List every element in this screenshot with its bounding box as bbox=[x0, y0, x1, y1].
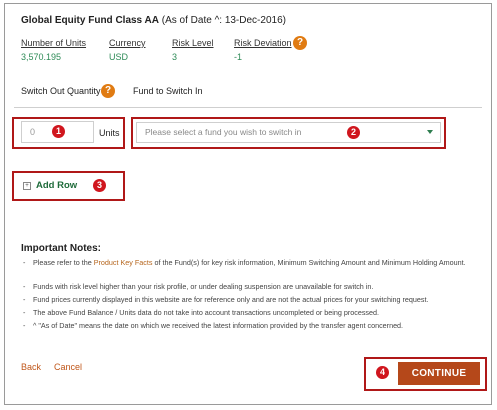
annotation-badge-4: 4 bbox=[376, 366, 389, 379]
fund-switch-in-select[interactable]: Please select a fund you wish to switch … bbox=[136, 122, 441, 143]
units-label: Number of Units bbox=[21, 38, 87, 48]
continue-button[interactable]: CONTINUE bbox=[398, 362, 480, 385]
product-key-facts-link[interactable]: Product Key Facts bbox=[94, 258, 153, 267]
risk-level-value: 3 bbox=[172, 52, 178, 62]
chevron-down-icon[interactable] bbox=[427, 130, 433, 134]
back-link[interactable]: Back bbox=[21, 362, 41, 372]
bullet-dash: - bbox=[23, 321, 26, 330]
window-frame bbox=[4, 3, 492, 405]
note-item-5: ^ "As of Date" means the date on which w… bbox=[33, 321, 404, 330]
note-1-pre: Please refer to the bbox=[33, 258, 94, 267]
risk-deviation-label: Risk Deviation bbox=[234, 38, 292, 48]
fund-title: Global Equity Fund Class AA (As of Date … bbox=[21, 15, 286, 26]
fund-name: Global Equity Fund Class AA bbox=[21, 15, 159, 26]
switch-out-help-icon[interactable]: ? bbox=[101, 84, 115, 98]
risk-level-label: Risk Level bbox=[172, 38, 214, 48]
note-1-post: of the Fund(s) for key risk information,… bbox=[152, 258, 466, 267]
currency-value: USD bbox=[109, 52, 129, 62]
annotation-badge-3: 3 bbox=[93, 179, 106, 192]
switch-out-label: Switch Out Quantity bbox=[21, 86, 101, 96]
bullet-dash: - bbox=[23, 295, 26, 304]
note-item-3: Fund prices currently displayed in this … bbox=[33, 295, 429, 304]
plus-icon[interactable]: + bbox=[23, 182, 31, 190]
risk-deviation-help-icon[interactable]: ? bbox=[293, 36, 307, 50]
note-item-4: The above Fund Balance / Units data do n… bbox=[33, 308, 380, 317]
bullet-dash: - bbox=[23, 282, 26, 291]
risk-deviation-value: -1 bbox=[234, 52, 243, 62]
fund-select-placeholder: Please select a fund you wish to switch … bbox=[145, 127, 302, 137]
as-of-date: (As of Date ^: 13-Dec-2016) bbox=[161, 15, 286, 26]
bullet-dash: - bbox=[23, 258, 26, 267]
divider bbox=[14, 107, 482, 108]
note-item-2: Funds with risk level higher than your r… bbox=[33, 282, 374, 291]
annotation-badge-1: 1 bbox=[52, 125, 65, 138]
cancel-link[interactable]: Cancel bbox=[54, 362, 82, 372]
units-suffix: Units bbox=[99, 128, 120, 138]
important-notes-heading: Important Notes: bbox=[21, 243, 101, 254]
currency-label: Currency bbox=[109, 38, 146, 48]
switch-in-label: Fund to Switch In bbox=[133, 86, 203, 96]
annotation-badge-2: 2 bbox=[347, 126, 360, 139]
bullet-dash: - bbox=[23, 308, 26, 317]
note-item-1: Please refer to the Product Key Facts of… bbox=[33, 258, 473, 267]
add-row-button[interactable]: Add Row bbox=[36, 180, 77, 191]
units-value: 3,570.195 bbox=[21, 52, 62, 62]
